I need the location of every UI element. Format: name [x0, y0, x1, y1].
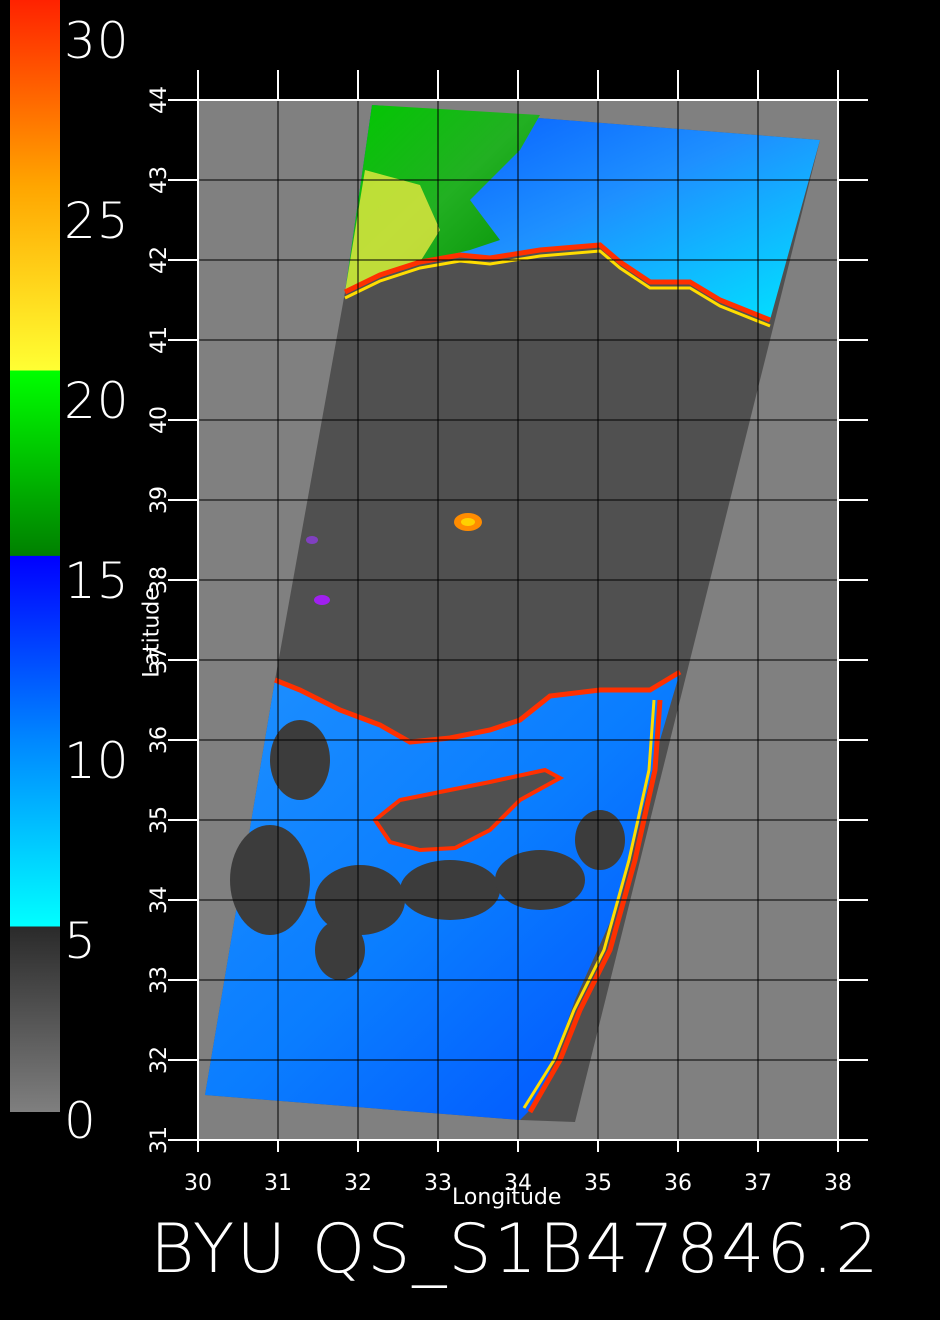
x-tick-label-35: 35: [584, 1171, 612, 1196]
y-tick-label-33: 33: [147, 966, 172, 994]
y-tick-label-44: 44: [147, 86, 172, 114]
y-tick-label-39: 39: [147, 486, 172, 514]
x-tick-label-31: 31: [264, 1171, 292, 1196]
x-tick-label-38: 38: [824, 1171, 852, 1196]
y-tick-label-35: 35: [147, 806, 172, 834]
y-tick-label-40: 40: [147, 406, 172, 434]
product-title: BYU QS_S1B47846.2: [150, 1210, 881, 1289]
y-tick-label-32: 32: [147, 1046, 172, 1074]
x-tick-label-32: 32: [344, 1171, 372, 1196]
x-tick-label-37: 37: [744, 1171, 772, 1196]
y-tick-label-41: 41: [147, 326, 172, 354]
x-tick-label-36: 36: [664, 1171, 692, 1196]
y-tick-label-43: 43: [147, 166, 172, 194]
y-axis-label: Latitude: [139, 587, 165, 678]
y-tick-label-34: 34: [147, 886, 172, 914]
y-tick-label-31: 31: [147, 1126, 172, 1154]
y-tick-label-42: 42: [147, 246, 172, 274]
x-axis-label: Longitude: [452, 1185, 562, 1210]
y-tick-label-36: 36: [147, 726, 172, 754]
x-tick-label-30: 30: [184, 1171, 212, 1196]
x-tick-label-33: 33: [424, 1171, 452, 1196]
